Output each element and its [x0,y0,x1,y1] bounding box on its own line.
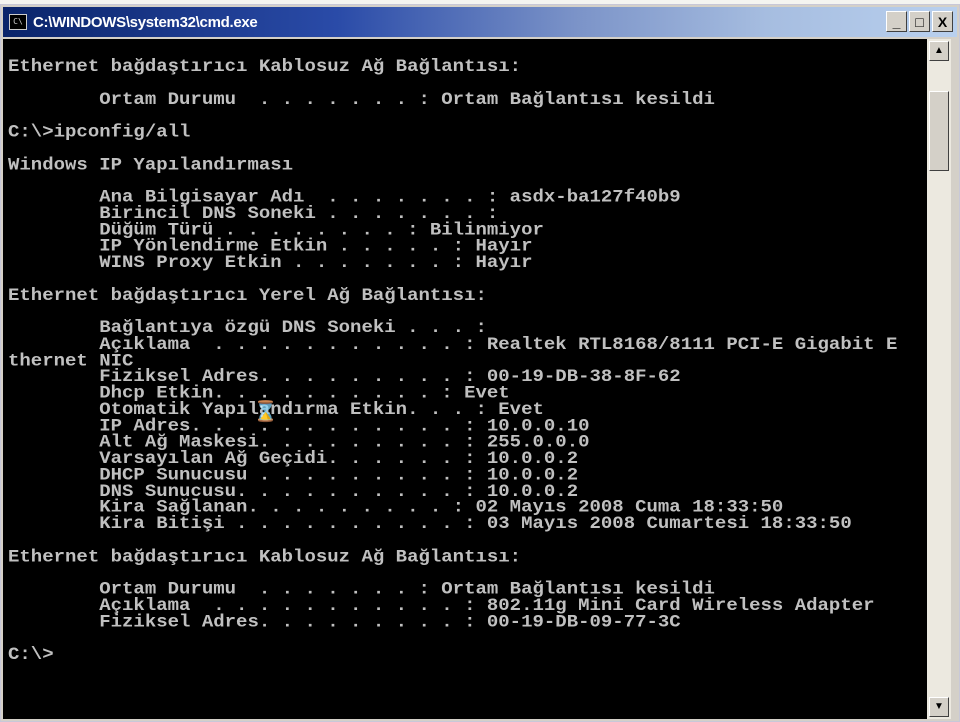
console-line: C:\> [8,644,54,665]
title-bar[interactable]: C\ C:\WINDOWS\system32\cmd.exe _ □ X [3,7,957,37]
console-line: C:\>ipconfig/all [8,121,191,142]
console-text: Ethernet bağdaştırıcı Kablosuz Ağ Bağlan… [8,56,898,665]
window-title: C:\WINDOWS\system32\cmd.exe [33,13,258,31]
console-line: Ethernet bağdaştırıcı Kablosuz Ağ Bağlan… [8,546,522,567]
scroll-thumb[interactable] [929,91,949,171]
vertical-scrollbar[interactable]: ▲ ▼ [927,39,951,719]
cmd-window: C\ C:\WINDOWS\system32\cmd.exe _ □ X Eth… [0,4,960,722]
scroll-up-button[interactable]: ▲ [929,41,949,61]
console-line: WINS Proxy Etkin . . . . . . . : Hayır [8,252,533,273]
scroll-down-button[interactable]: ▼ [929,697,949,717]
console-output[interactable]: Ethernet bağdaştırıcı Kablosuz Ağ Bağlan… [3,39,927,719]
console-line: Ortam Durumu . . . . . . . : Ortam Bağla… [8,88,715,110]
console-line: Windows IP Yapılandırması [8,154,294,175]
console-line: Kira Bitişi . . . . . . . . . . : 03 May… [8,513,852,534]
console-line: Ethernet bağdaştırıcı Kablosuz Ağ Bağlan… [8,56,522,77]
console-line: Fiziksel Adres. . . . . . . . . : 00-19-… [8,611,681,632]
console-line: Ethernet bağdaştırıcı Yerel Ağ Bağlantıs… [8,284,487,306]
cmd-icon[interactable]: C\ [9,14,27,30]
hourglass-cursor-icon: ⌛ [253,400,278,424]
console-line: Açıklama . . . . . . . . . . . : Realtek… [8,333,898,355]
minimize-button[interactable]: _ [886,11,907,32]
close-button[interactable]: X [932,11,953,32]
maximize-button[interactable]: □ [909,11,930,32]
